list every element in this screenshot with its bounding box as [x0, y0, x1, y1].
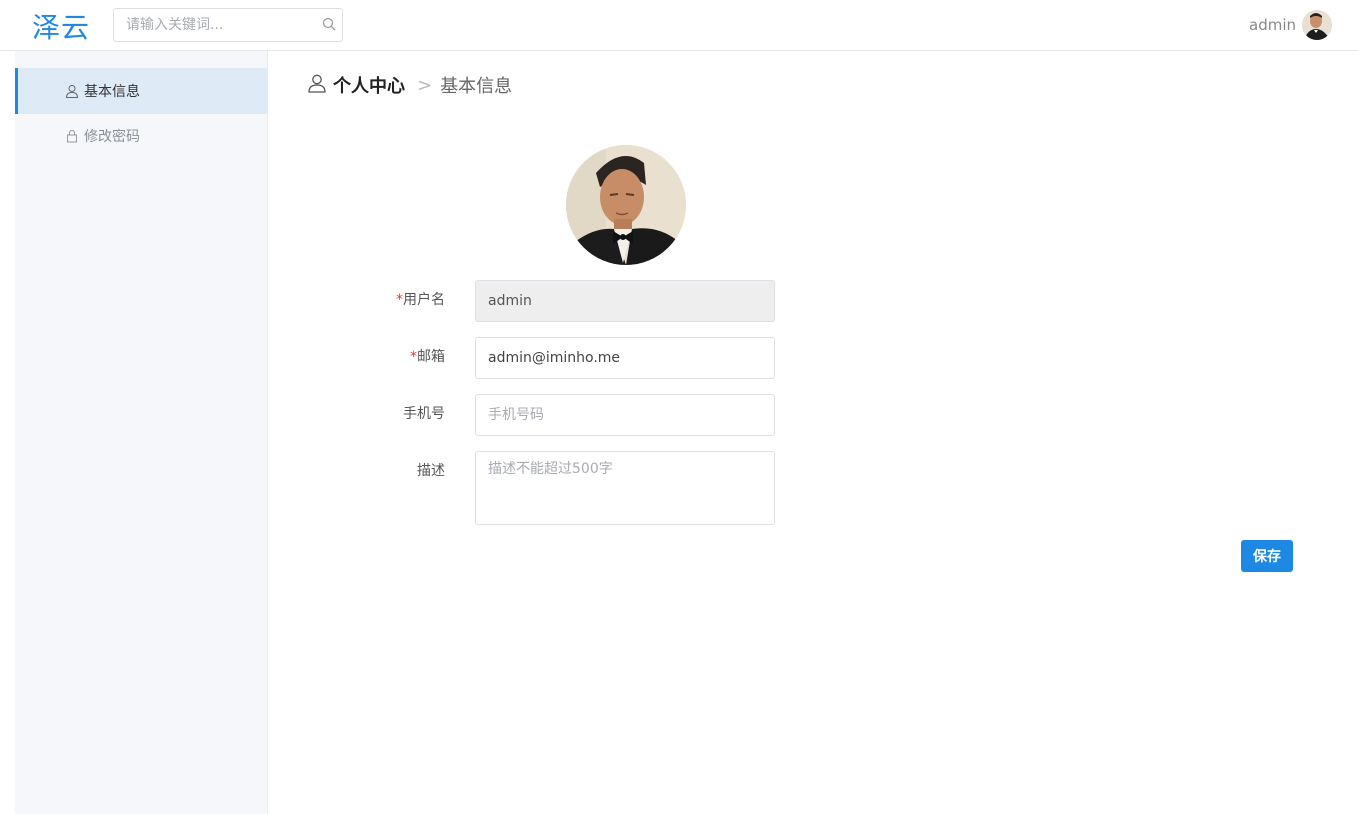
breadcrumb: 个人中心 > 基本信息 [307, 72, 512, 98]
breadcrumb-root[interactable]: 个人中心 [333, 72, 405, 98]
username-field[interactable] [475, 280, 775, 322]
search-icon[interactable] [322, 16, 336, 35]
top-bar: 泽云 admin [0, 0, 1358, 51]
lock-icon [65, 129, 79, 143]
sidebar-item-basic-info[interactable]: 基本信息 [15, 68, 267, 114]
email-label: *邮箱 [410, 349, 445, 365]
search-input[interactable] [126, 9, 316, 41]
sidebar: 基本信息 修改密码 [15, 51, 268, 814]
save-button[interactable]: 保存 [1241, 540, 1293, 572]
description-textarea[interactable] [475, 451, 775, 525]
username-label: *用户名 [396, 292, 445, 308]
profile-avatar[interactable] [566, 145, 686, 265]
username-label[interactable]: admin [1249, 16, 1296, 34]
sidebar-item-label: 修改密码 [84, 129, 140, 145]
sidebar-item-label: 基本信息 [84, 84, 140, 100]
user-menu[interactable]: admin [1249, 10, 1332, 40]
sidebar-item-change-password[interactable]: 修改密码 [15, 113, 267, 159]
phone-field[interactable] [475, 394, 775, 436]
description-label: 描述 [417, 463, 445, 479]
avatar[interactable] [1302, 10, 1332, 40]
user-icon [307, 73, 327, 98]
logo[interactable]: 泽云 [32, 6, 90, 46]
email-field[interactable] [475, 337, 775, 379]
user-icon [65, 84, 79, 98]
search-box [113, 8, 343, 42]
phone-label: 手机号 [403, 406, 445, 422]
breadcrumb-separator: > [417, 74, 433, 96]
breadcrumb-current: 基本信息 [440, 76, 513, 97]
required-mark: * [396, 292, 403, 308]
required-mark: * [410, 349, 417, 365]
